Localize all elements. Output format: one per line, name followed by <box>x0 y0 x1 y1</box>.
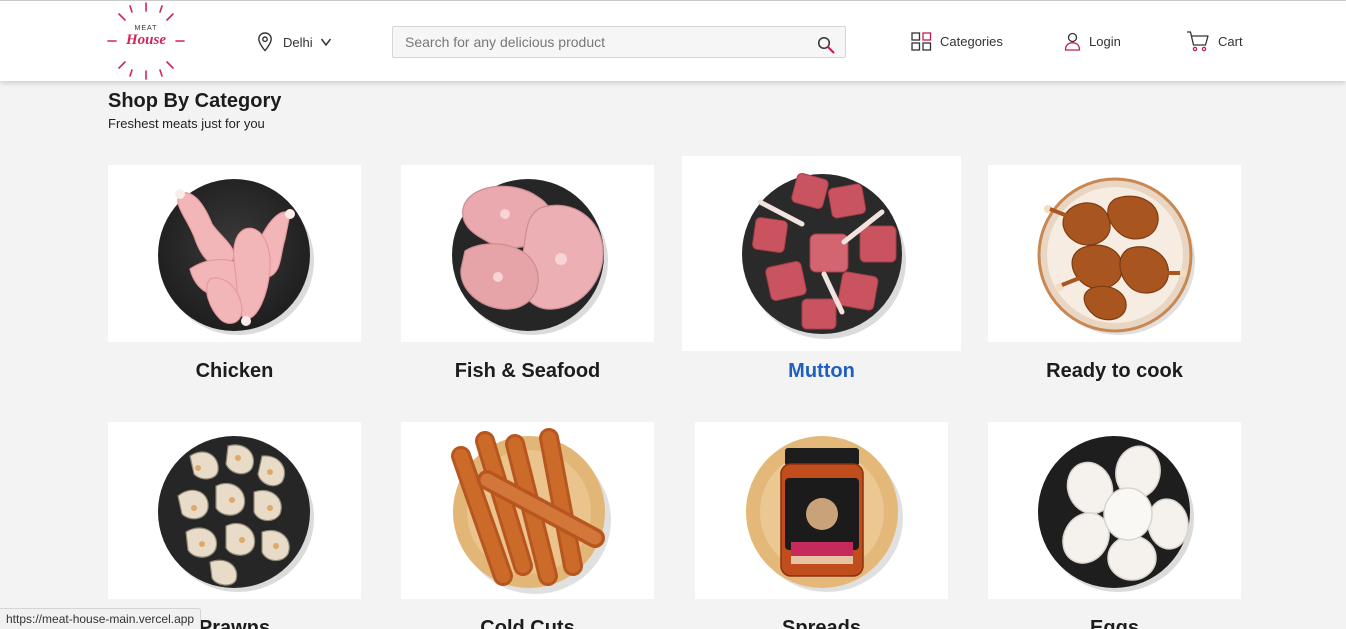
mutton-image <box>682 156 961 351</box>
login-label: Login <box>1089 34 1121 49</box>
user-icon <box>1064 32 1081 51</box>
chevron-down-icon <box>320 38 331 47</box>
spreads-image <box>695 422 948 599</box>
category-card-fish-seafood[interactable]: Fish & Seafood <box>401 165 654 383</box>
fish-seafood-image <box>401 165 654 342</box>
category-label: Ready to cook <box>1046 360 1183 382</box>
categories-label: Categories <box>940 34 1003 49</box>
category-label: Mutton <box>788 360 855 382</box>
categories-grid-icon <box>911 32 932 51</box>
login-link[interactable]: Login <box>1064 32 1121 51</box>
section-subtitle: Freshest meats just for you <box>108 116 265 131</box>
search-icon[interactable] <box>817 36 835 54</box>
category-card-chicken[interactable]: Chicken <box>108 165 361 383</box>
search-input[interactable] <box>393 27 803 57</box>
logo-brand-word: House <box>125 32 166 48</box>
categories-link[interactable]: Categories <box>911 32 1003 51</box>
link-status-bar: https://meat-house-main.vercel.app <box>0 608 202 629</box>
chicken-image <box>108 165 361 342</box>
prawns-image <box>108 422 361 599</box>
cart-label: Cart <box>1218 33 1243 49</box>
site-header: MEAT House Delhi Categories <box>0 1 1346 81</box>
eggs-image <box>988 422 1241 599</box>
location-selector[interactable]: Delhi <box>257 31 332 53</box>
category-card-ready-to-cook[interactable]: Ready to cook <box>988 165 1241 383</box>
location-city: Delhi <box>283 34 313 50</box>
category-card-prawns[interactable]: Prawns <box>108 422 361 629</box>
category-card-cold-cuts[interactable]: Cold Cuts <box>401 422 654 629</box>
category-label: Eggs <box>1090 617 1139 629</box>
search-bar <box>392 26 846 58</box>
category-label: Fish & Seafood <box>454 360 601 382</box>
cold-cuts-image <box>401 422 654 599</box>
logo-top-word: MEAT <box>134 25 158 32</box>
section-title: Shop By Category <box>108 90 282 112</box>
cart-link[interactable]: Cart <box>1186 30 1243 52</box>
category-label: Chicken <box>195 360 274 382</box>
cart-icon <box>1187 31 1209 52</box>
category-card-eggs[interactable]: Eggs <box>988 422 1241 629</box>
category-card-spreads[interactable]: Spreads <box>695 422 948 629</box>
category-label: Cold Cuts <box>480 617 575 629</box>
map-pin-icon <box>258 32 272 52</box>
category-label: Spreads <box>782 617 861 629</box>
brand-logo[interactable]: MEAT House <box>106 1 186 81</box>
ready-to-cook-image <box>988 165 1241 342</box>
category-card-mutton[interactable]: Mutton <box>682 156 961 383</box>
